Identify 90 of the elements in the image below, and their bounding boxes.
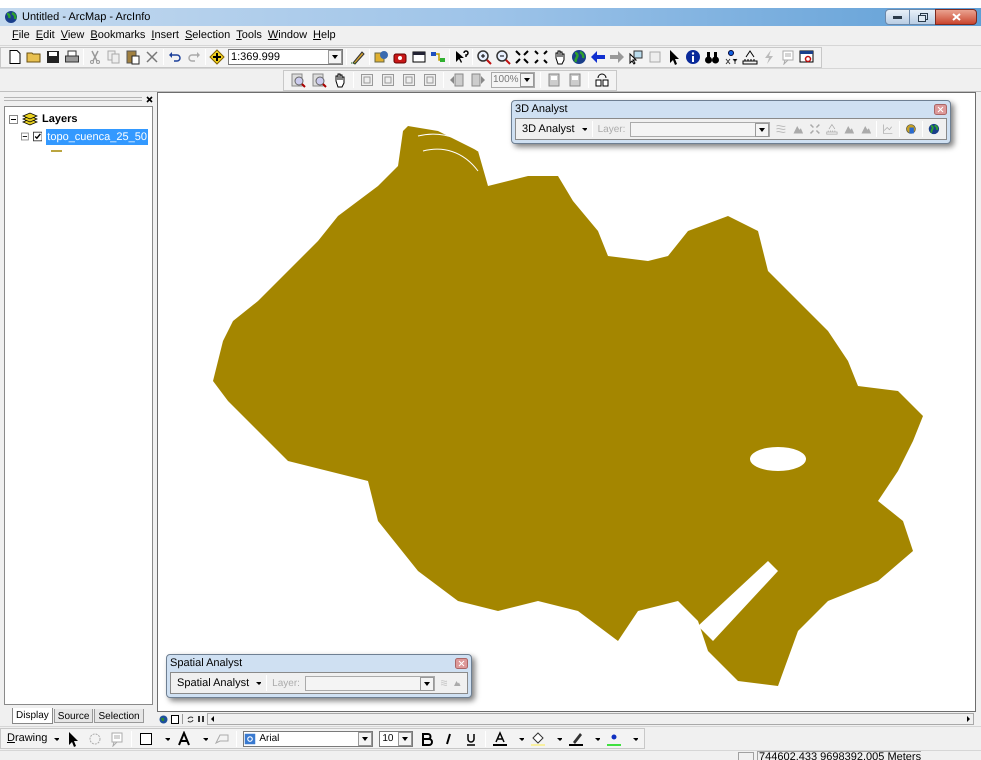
restore-button[interactable] [910,9,935,25]
restore-icon [918,12,928,22]
map-scale-dropdown[interactable]: 1:369.999 [228,49,343,65]
fixed-box-icon[interactable] [401,72,417,88]
close-icon [952,13,960,21]
line-pen-icon[interactable] [568,730,584,746]
arrows-inward-icon[interactable] [514,49,530,65]
globe-icon [4,10,18,24]
coordinates-readout: 744602.433 9698392.005 Meters [757,751,922,760]
page-arrow-left-icon[interactable] [449,72,465,88]
minimize-button[interactable] [885,9,910,25]
window-title: 3D Analyst [515,102,568,118]
measure-icon[interactable] [742,49,758,65]
zoom-page-icon[interactable] [290,72,306,88]
dropdown-arrow-icon[interactable] [758,126,766,134]
zoom-percent-dropdown[interactable]: 100% [491,72,535,88]
window-title: Untitled - ArcMap - ArcInfo [22,10,150,25]
zoom-page-icon[interactable] [311,72,327,88]
dropdown-arrow-icon[interactable] [331,53,339,61]
font-dropdown[interactable]: Arial [243,730,374,746]
info-icon[interactable] [685,49,701,65]
menu-item[interactable]: Edit [36,27,55,44]
dropdown-arrow-icon[interactable] [361,734,370,742]
layer-label: Layer: [272,676,300,690]
rectangle-icon[interactable] [138,730,154,746]
horizontal-scrollbar[interactable] [207,713,974,725]
tab[interactable]: Source [54,709,94,723]
printer-icon[interactable] [64,49,80,65]
menu-item[interactable]: File [12,27,30,44]
zoom-in-icon[interactable] [476,49,492,65]
menu-item[interactable]: Selection [184,27,230,44]
menu-item[interactable]: Window [268,27,308,44]
close-icon[interactable] [146,96,153,102]
close-button[interactable] [935,9,977,25]
line-symbol-icon [51,149,62,153]
layers-label[interactable]: Layers [42,111,78,128]
pause-icon[interactable] [198,715,204,723]
zoom-out-icon[interactable] [495,49,511,65]
globe-icon[interactable] [159,714,168,724]
collapse-icon[interactable] [9,114,18,124]
fixed-box-icon[interactable] [380,72,396,88]
toolbar-menu-button[interactable]: Spatial Analyst [177,674,262,692]
add-data-icon[interactable] [209,49,225,65]
binoculars-icon[interactable] [704,49,720,65]
tab[interactable]: Display [12,708,53,724]
font-color-icon[interactable] [492,730,508,746]
xy-point-icon[interactable] [723,49,739,65]
menu-item[interactable]: Help [313,27,336,44]
globe-icon[interactable] [571,49,587,65]
help-pointer-icon[interactable] [453,49,469,65]
checkbox[interactable] [32,131,42,142]
scissors-icon[interactable] [87,49,103,65]
layout-switch-icon[interactable] [594,72,610,88]
menu-item[interactable]: View [60,27,84,44]
window-search-icon[interactable] [799,49,815,65]
window-title: Spatial Analyst [170,656,242,672]
text-a-icon[interactable] [176,730,192,746]
dropdown-arrow-icon[interactable] [523,76,531,84]
drawing-menu-button[interactable]: Drawing [7,730,60,747]
minimize-icon [893,16,902,18]
layers-icon[interactable] [22,112,38,126]
map-view[interactable]: 3D Analyst 3D Analyst Layer: Spatial Analyst Spatial Analyst Layer: [157,92,976,712]
dropdown-arrow-icon[interactable] [401,734,410,742]
fixed-box-icon[interactable] [422,72,438,88]
window-icon[interactable] [411,49,427,65]
menu-item[interactable]: Insert [151,27,179,44]
menu-item[interactable]: Bookmarks [90,27,146,44]
delete-icon[interactable] [144,49,160,65]
select-features-icon[interactable] [628,49,644,65]
back-arrow-icon[interactable] [590,49,606,65]
menu-item[interactable]: Tools [236,27,262,44]
fill-bucket-icon[interactable] [530,730,546,746]
new-document-icon[interactable] [7,49,23,65]
collapse-icon[interactable] [21,132,29,142]
bold-icon[interactable] [419,730,436,746]
tab[interactable]: Selection [94,709,144,723]
save-icon[interactable] [45,49,61,65]
fixed-box-icon[interactable] [359,72,375,88]
font-size-dropdown[interactable]: 10 [379,730,414,746]
paste-icon[interactable] [125,49,141,65]
layer-label: Layer: [598,122,626,136]
toolbar-menu-button[interactable]: 3D Analyst [522,120,587,138]
arrows-outward-icon[interactable] [533,49,549,65]
globe-icon[interactable] [928,121,940,137]
page-icon[interactable] [171,714,179,724]
dropdown-arrow-icon[interactable] [422,680,431,688]
font-icon[interactable] [244,732,256,744]
pencil-icon[interactable] [350,49,366,65]
refresh-icon[interactable] [186,714,195,724]
page-arrow-right-icon[interactable] [470,72,486,88]
